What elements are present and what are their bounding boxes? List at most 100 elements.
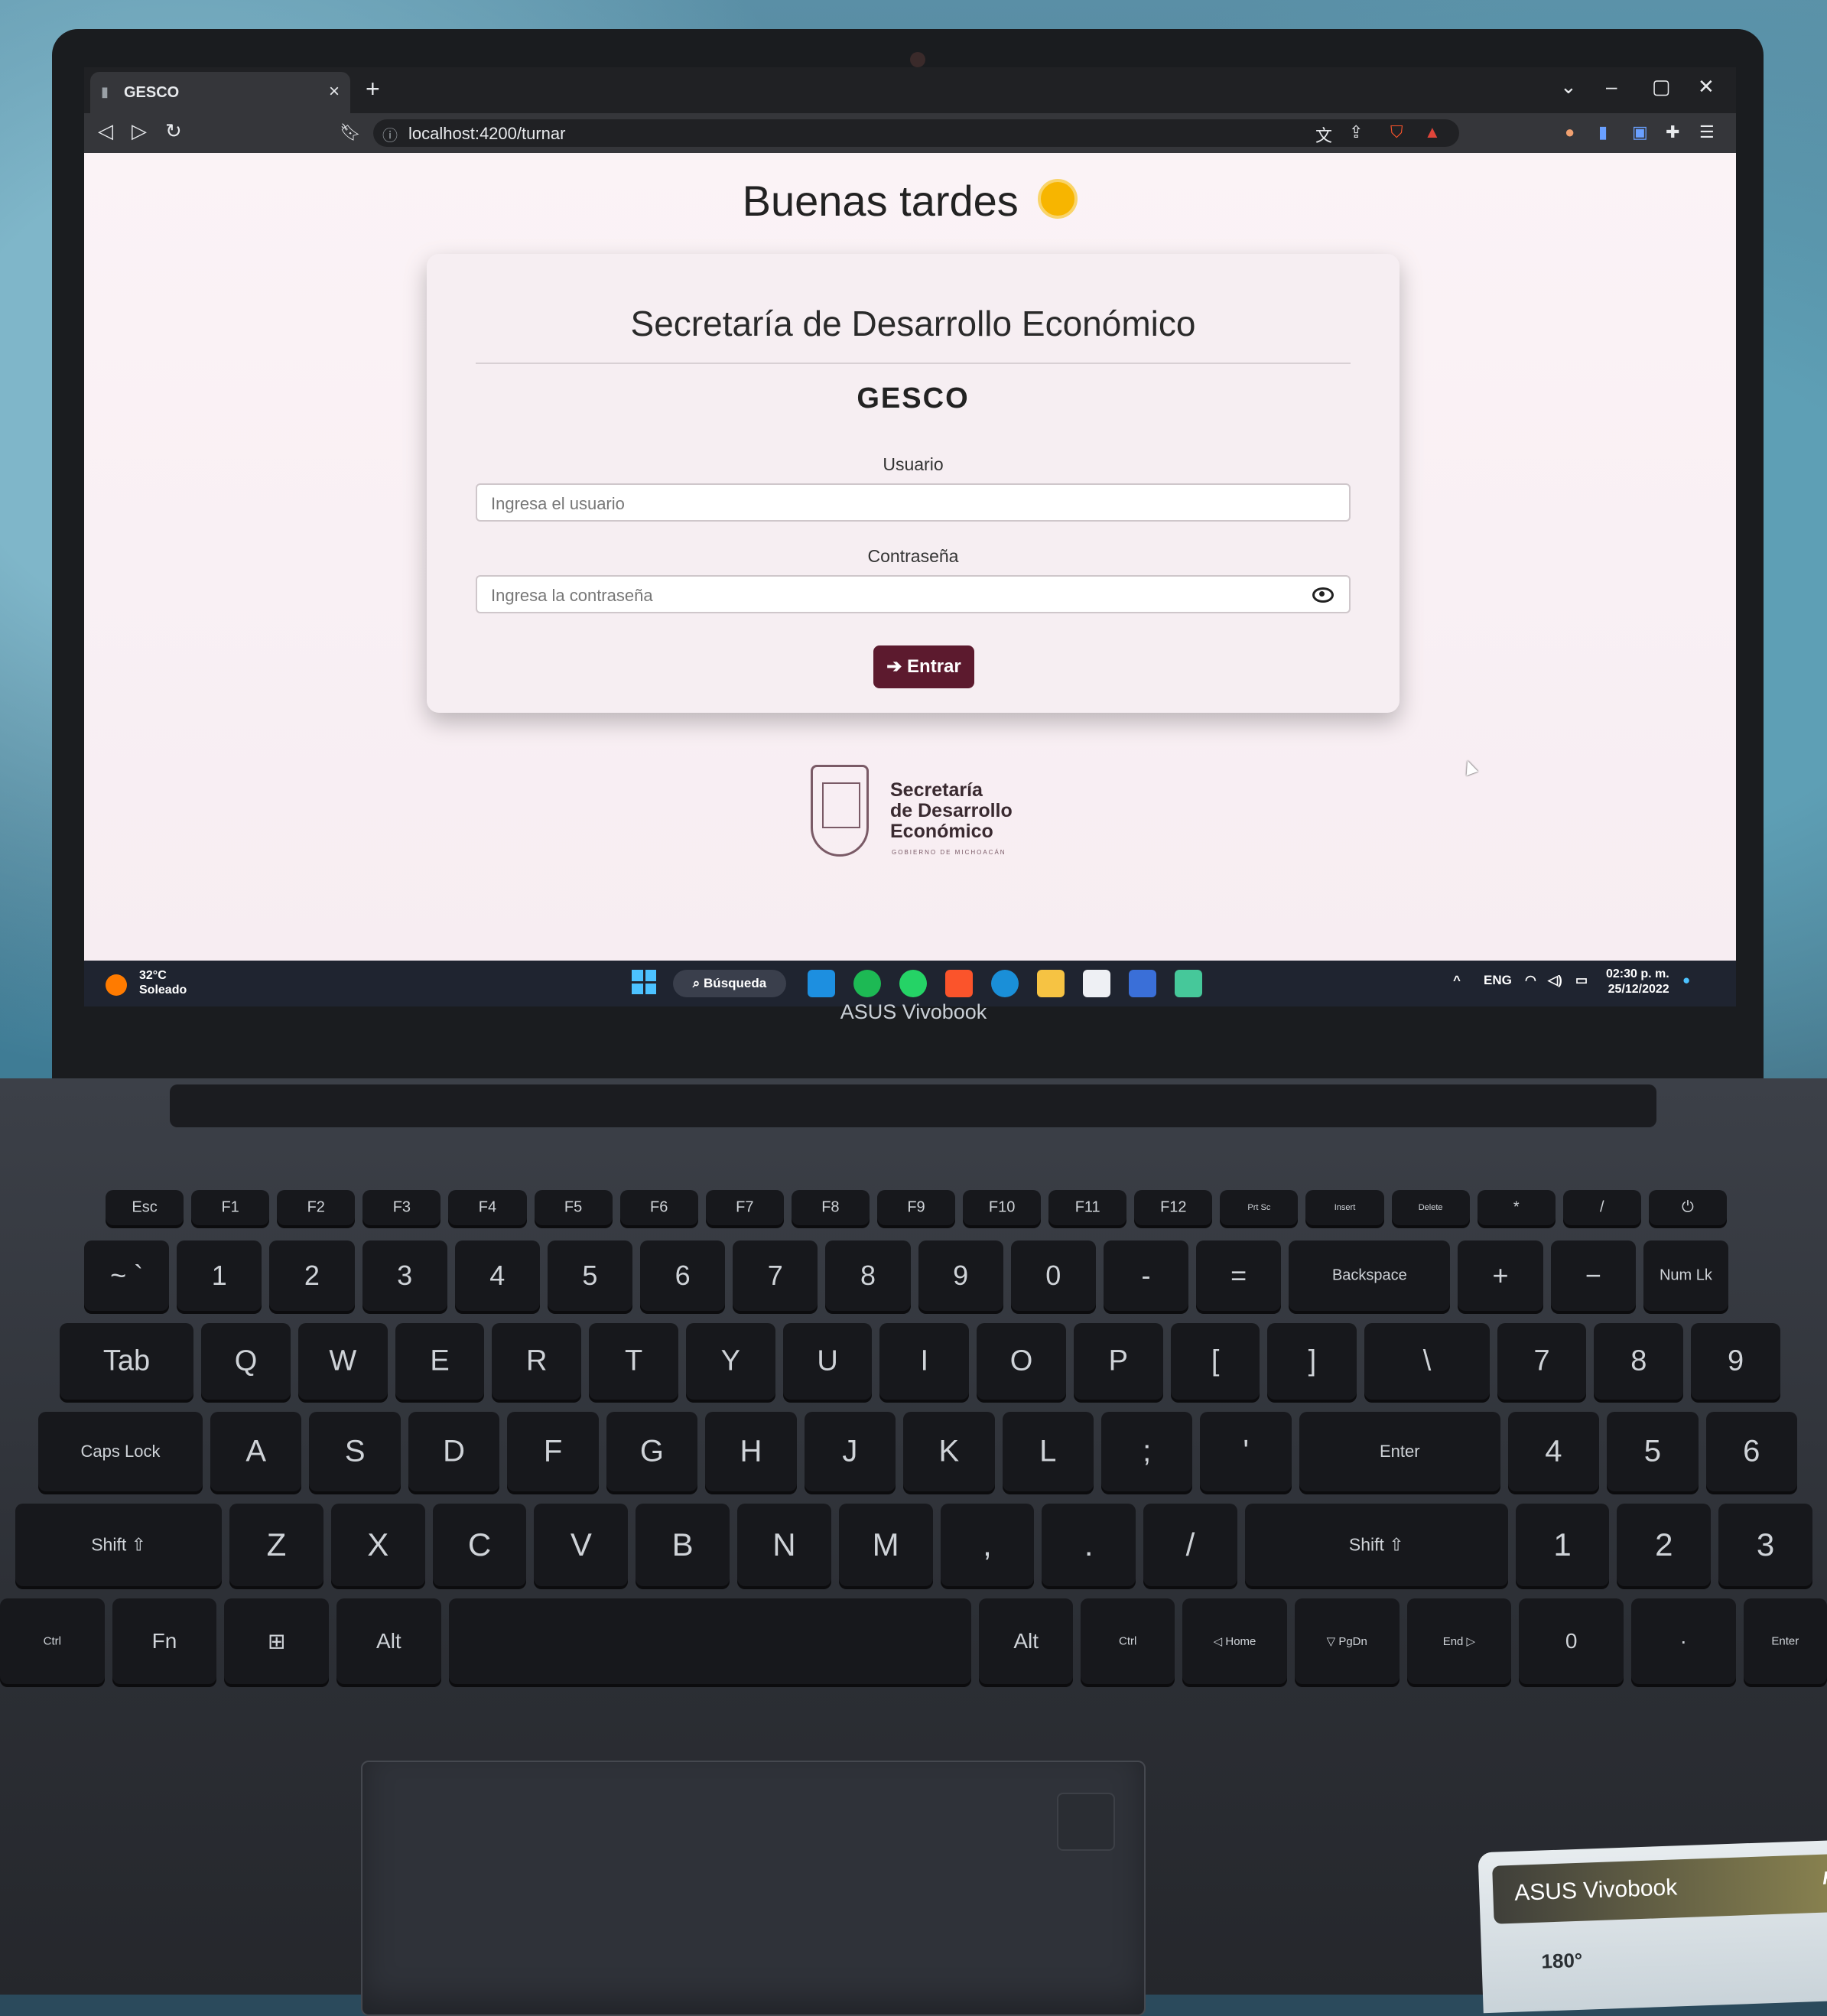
key-0[interactable]: ~ `: [84, 1240, 170, 1311]
key-8[interactable]: I: [879, 1323, 970, 1400]
maximize-button[interactable]: ▢: [1652, 75, 1671, 99]
key-0[interactable]: Esc: [106, 1190, 184, 1225]
close-window-button[interactable]: ✕: [1698, 75, 1715, 99]
key-1[interactable]: 1: [177, 1240, 262, 1311]
new-tab-button[interactable]: +: [366, 75, 380, 103]
menu-icon[interactable]: ☰: [1699, 122, 1715, 142]
key-5[interactable]: 5: [547, 1240, 633, 1311]
key-3[interactable]: C: [432, 1504, 527, 1586]
tab-search-icon[interactable]: ⌄: [1560, 75, 1577, 99]
key-16[interactable]: 9: [1691, 1323, 1780, 1400]
key-7[interactable]: M: [838, 1504, 933, 1586]
key-15[interactable]: 6: [1705, 1412, 1797, 1491]
extension-doc-icon[interactable]: ▮: [1598, 122, 1608, 142]
brave-shields-icon[interactable]: ⛉: [1390, 122, 1403, 142]
key-3[interactable]: Alt: [336, 1598, 441, 1684]
whiteboard-icon[interactable]: [1129, 970, 1156, 997]
key-5[interactable]: F5: [534, 1190, 613, 1225]
key-11[interactable]: ': [1200, 1412, 1292, 1491]
ms-store-icon[interactable]: [1083, 970, 1110, 997]
trackpad[interactable]: [361, 1761, 1146, 2016]
translate-icon[interactable]: 文: [1315, 122, 1332, 147]
key-5[interactable]: B: [636, 1504, 730, 1586]
key-8[interactable]: F8: [791, 1190, 870, 1225]
show-hidden-icons[interactable]: ^: [1453, 973, 1461, 988]
key-2[interactable]: W: [297, 1323, 388, 1400]
key-14[interactable]: 7: [1497, 1323, 1587, 1400]
weather-widget[interactable]: 32°C Soleado: [139, 968, 187, 997]
key-4[interactable]: F4: [448, 1190, 527, 1225]
volume-icon[interactable]: ◁): [1548, 973, 1562, 988]
spotify-icon[interactable]: [853, 970, 881, 997]
key-7[interactable]: U: [782, 1323, 873, 1400]
key-12[interactable]: 1: [1515, 1504, 1610, 1586]
login-button[interactable]: ➔ Entrar: [873, 645, 974, 688]
key-13[interactable]: 2: [1617, 1504, 1712, 1586]
key-6[interactable]: 6: [640, 1240, 726, 1311]
file-explorer-icon[interactable]: [1037, 970, 1065, 997]
whatsapp-icon[interactable]: [899, 970, 927, 997]
extension-cookie-icon[interactable]: ●: [1565, 122, 1575, 142]
key-3[interactable]: F3: [362, 1190, 441, 1225]
key-2[interactable]: X: [330, 1504, 425, 1586]
key-12[interactable]: ]: [1267, 1323, 1357, 1400]
key-17[interactable]: /: [1562, 1190, 1641, 1225]
key-0[interactable]: Tab: [60, 1323, 194, 1400]
user-input[interactable]: Ingresa el usuario: [476, 483, 1351, 522]
reload-icon[interactable]: ↻: [165, 119, 182, 143]
widgets-app-icon[interactable]: [1175, 970, 1202, 997]
key-6[interactable]: N: [737, 1504, 831, 1586]
key-1[interactable]: Q: [201, 1323, 291, 1400]
key-10[interactable]: ;: [1101, 1412, 1193, 1491]
key-4[interactable]: R: [492, 1323, 582, 1400]
key-2[interactable]: S: [309, 1412, 401, 1491]
forward-icon[interactable]: ▷: [132, 119, 147, 143]
key-18[interactable]: ⏻: [1648, 1190, 1727, 1225]
key-12[interactable]: Enter: [1299, 1412, 1500, 1491]
key-1[interactable]: Z: [229, 1504, 323, 1586]
key-11[interactable]: [: [1170, 1323, 1260, 1400]
key-12[interactable]: =: [1196, 1240, 1282, 1311]
bookmark-icon[interactable]: 🔖︎: [340, 122, 361, 142]
key-10[interactable]: P: [1073, 1323, 1163, 1400]
fingerprint-reader[interactable]: [1057, 1793, 1115, 1851]
taskbar-clock[interactable]: 02:30 p. m. 25/12/2022: [1606, 967, 1669, 997]
edge-icon[interactable]: [991, 970, 1019, 997]
key-15[interactable]: 8: [1594, 1323, 1684, 1400]
key-4[interactable]: [448, 1598, 972, 1684]
key-8[interactable]: ,: [940, 1504, 1035, 1586]
key-5[interactable]: T: [589, 1323, 678, 1400]
key-13[interactable]: Prt Sc: [1220, 1190, 1299, 1225]
vscode-icon[interactable]: [808, 970, 835, 997]
key-3[interactable]: E: [395, 1323, 485, 1400]
key-6[interactable]: Y: [685, 1323, 775, 1400]
key-9[interactable]: O: [977, 1323, 1066, 1400]
taskbar-search[interactable]: ⌕ Búsqueda: [673, 970, 786, 997]
key-16[interactable]: Num Lk: [1643, 1240, 1728, 1311]
key-13[interactable]: Backspace: [1289, 1240, 1451, 1311]
browser-tab[interactable]: ▮ GESCO ×: [90, 72, 350, 113]
key-4[interactable]: 4: [454, 1240, 540, 1311]
key-2[interactable]: 2: [269, 1240, 355, 1311]
back-icon[interactable]: ◁: [98, 119, 113, 143]
key-7[interactable]: 7: [733, 1240, 818, 1311]
key-9[interactable]: .: [1042, 1504, 1136, 1586]
site-info-icon[interactable]: ⓘ: [382, 123, 398, 145]
key-10[interactable]: F10: [963, 1190, 1042, 1225]
key-6[interactable]: F6: [619, 1190, 698, 1225]
password-input[interactable]: Ingresa la contraseña: [476, 575, 1351, 613]
minimize-button[interactable]: –: [1606, 75, 1617, 99]
weather-sun-icon[interactable]: [106, 974, 127, 996]
key-1[interactable]: Fn: [112, 1598, 217, 1684]
share-icon[interactable]: ⇪: [1349, 122, 1363, 142]
key-15[interactable]: −: [1550, 1240, 1636, 1311]
key-8[interactable]: ▽ PgDn: [1294, 1598, 1400, 1684]
key-0[interactable]: Shift ⇧: [15, 1504, 223, 1586]
key-2[interactable]: ⊞: [224, 1598, 330, 1684]
key-11[interactable]: Shift ⇧: [1244, 1504, 1508, 1586]
key-14[interactable]: 5: [1607, 1412, 1699, 1491]
key-1[interactable]: F1: [191, 1190, 270, 1225]
key-9[interactable]: 9: [918, 1240, 1003, 1311]
key-13[interactable]: \: [1364, 1323, 1490, 1400]
key-4[interactable]: F: [507, 1412, 599, 1491]
